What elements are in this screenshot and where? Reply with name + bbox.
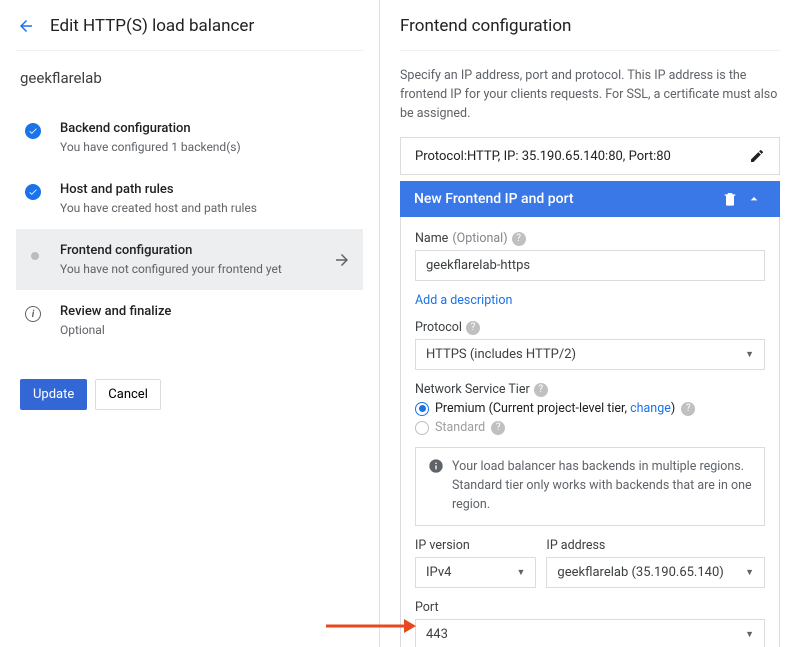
step-backend[interactable]: Backend configurationYou have configured… [16, 107, 363, 168]
back-arrow-icon[interactable] [16, 16, 36, 36]
change-tier-link[interactable]: change [630, 401, 671, 416]
arrow-right-icon [333, 251, 351, 269]
step-review[interactable]: i Review and finalizeOptional [16, 290, 363, 351]
update-button[interactable]: Update [20, 379, 87, 410]
port-select[interactable]: 443▼ [415, 619, 765, 647]
panel-desc: Specify an IP address, port and protocol… [400, 51, 780, 137]
help-icon[interactable]: ? [491, 421, 505, 435]
card-header: New Frontend IP and port [400, 181, 780, 217]
help-icon[interactable]: ? [534, 383, 548, 397]
add-description-link[interactable]: Add a description [415, 293, 765, 308]
caret-down-icon: ▼ [745, 629, 754, 640]
info-icon [428, 458, 444, 514]
name-input[interactable] [415, 250, 765, 281]
existing-frontend-row[interactable]: Protocol:HTTP, IP: 35.190.65.140:80, Por… [400, 137, 780, 175]
tier-standard-radio: Standard ? [415, 420, 765, 435]
dot-icon [31, 252, 39, 260]
tier-note: Your load balancer has backends in multi… [415, 447, 765, 525]
page-title: Edit HTTP(S) load balancer [50, 16, 254, 36]
help-icon[interactable]: ? [466, 321, 480, 335]
step-host-rules[interactable]: Host and path rulesYou have created host… [16, 168, 363, 229]
caret-down-icon: ▼ [517, 567, 526, 578]
panel-title: Frontend configuration [400, 10, 780, 51]
caret-down-icon: ▼ [745, 349, 754, 360]
info-icon: i [25, 306, 41, 322]
edit-icon[interactable] [749, 148, 765, 164]
step-frontend[interactable]: Frontend configurationYou have not confi… [16, 229, 363, 290]
tier-premium-radio[interactable]: Premium (Current project-level tier, cha… [415, 401, 765, 416]
help-icon[interactable]: ? [681, 402, 695, 416]
annotation-arrow-icon [326, 616, 416, 636]
chevron-up-icon[interactable] [742, 191, 766, 207]
cancel-button[interactable]: Cancel [95, 379, 161, 410]
lb-name: geekflarelab [16, 51, 363, 99]
caret-down-icon: ▼ [745, 567, 754, 578]
trash-icon[interactable] [718, 191, 742, 207]
help-icon[interactable]: ? [512, 232, 526, 246]
protocol-select[interactable]: HTTPS (includes HTTP/2)▼ [415, 339, 765, 370]
ip-version-select[interactable]: IPv4▼ [415, 557, 536, 588]
checkmark-icon [25, 184, 41, 200]
checkmark-icon [25, 123, 41, 139]
ip-address-select[interactable]: geekflarelab (35.190.65.140)▼ [546, 557, 765, 588]
